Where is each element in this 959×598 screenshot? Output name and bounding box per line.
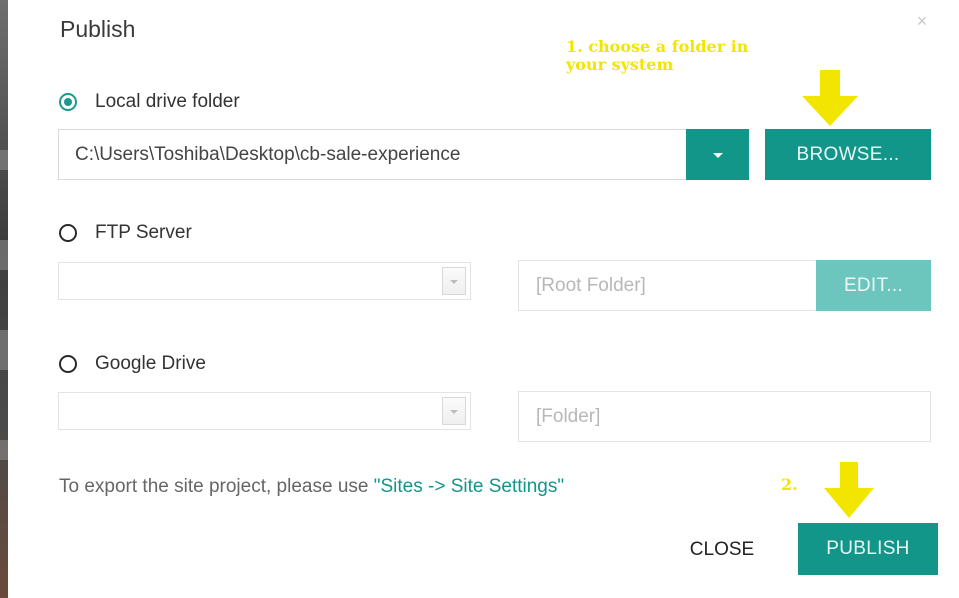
select-arrow-icon[interactable] xyxy=(442,267,466,295)
close-button[interactable]: CLOSE xyxy=(673,528,771,572)
site-settings-link[interactable]: "Sites -> Site Settings" xyxy=(374,476,564,497)
annotation-step-1-line-2: your system xyxy=(566,55,674,74)
browse-button[interactable]: BROWSE... xyxy=(765,129,931,180)
radio-label-local-drive: Local drive folder xyxy=(95,91,240,112)
ftp-root-folder-input[interactable]: [Root Folder] xyxy=(518,260,818,311)
background-window-edge xyxy=(0,0,8,598)
path-dropdown-button[interactable] xyxy=(686,129,749,180)
radio-ftp-server[interactable]: FTP Server xyxy=(59,222,192,244)
radio-button-checked[interactable] xyxy=(59,93,77,111)
annotation-step-1-line-1: 1. choose a folder in xyxy=(566,37,749,56)
google-drive-select[interactable] xyxy=(58,392,471,430)
close-icon[interactable]: × xyxy=(913,12,931,30)
dialog-title: Publish xyxy=(60,16,136,42)
local-path-input[interactable]: C:\Users\Toshiba\Desktop\cb-sale-experie… xyxy=(58,129,686,180)
ftp-server-select[interactable] xyxy=(58,262,471,300)
annotation-arrow-down-icon xyxy=(824,462,874,518)
radio-label-ftp-server: FTP Server xyxy=(95,222,192,243)
select-arrow-icon[interactable] xyxy=(442,397,466,425)
annotation-arrow-down-icon xyxy=(802,70,858,126)
annotation-step-1: 1. choose a folder in your system xyxy=(566,38,748,74)
export-hint: To export the site project, please use "… xyxy=(59,476,564,498)
radio-button[interactable] xyxy=(59,224,77,242)
publish-button[interactable]: PUBLISH xyxy=(798,523,938,575)
google-drive-folder-input[interactable]: [Folder] xyxy=(518,391,931,442)
radio-google-drive[interactable]: Google Drive xyxy=(59,353,206,375)
radio-label-google-drive: Google Drive xyxy=(95,353,206,374)
radio-button[interactable] xyxy=(59,355,77,373)
export-hint-text: To export the site project, please use xyxy=(59,476,374,497)
radio-local-drive[interactable]: Local drive folder xyxy=(59,91,240,113)
edit-button[interactable]: EDIT... xyxy=(816,260,931,311)
annotation-step-2: 2. xyxy=(781,475,798,494)
